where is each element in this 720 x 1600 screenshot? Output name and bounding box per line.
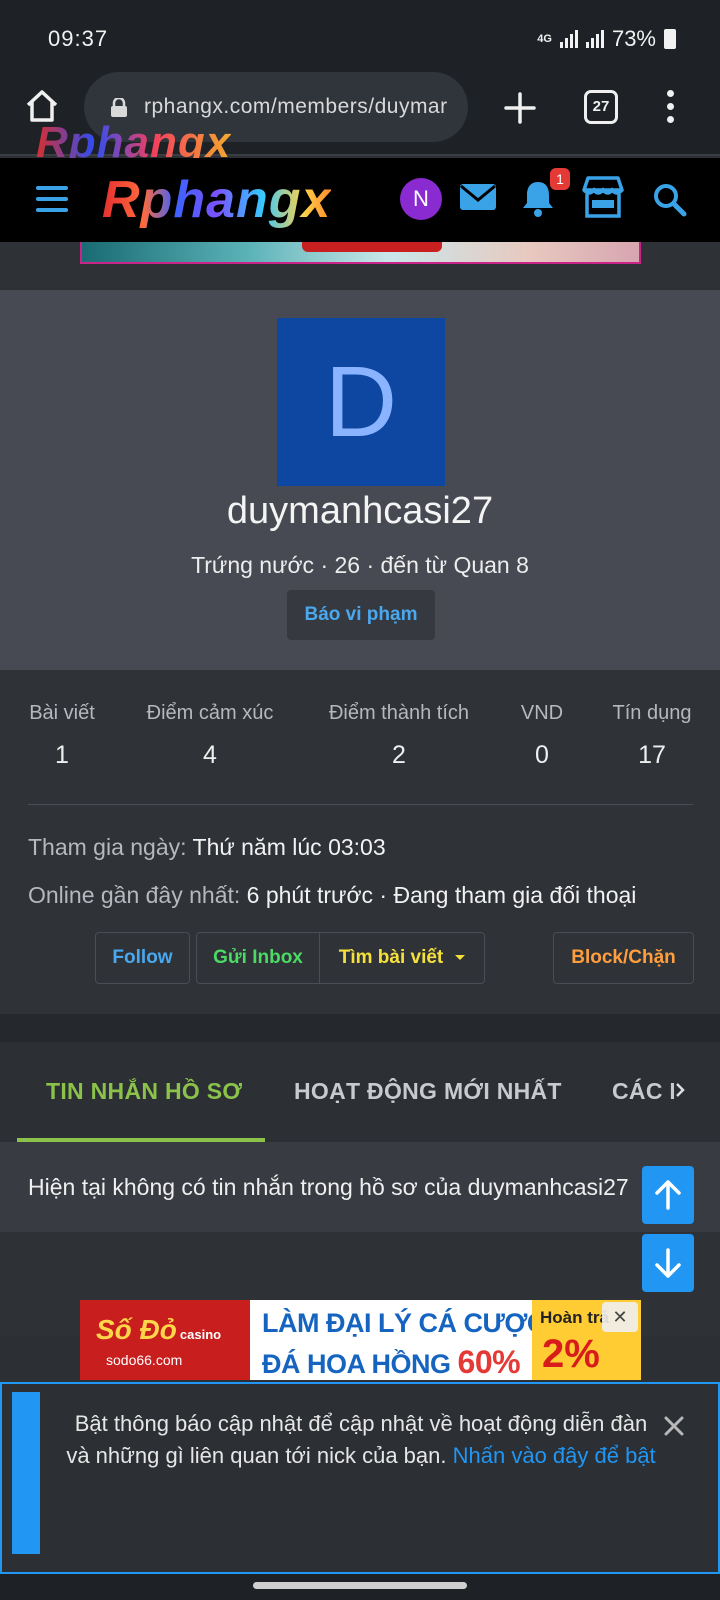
empty-message-text: Hiện tại không có tin nhắn trong hồ sơ c… (28, 1174, 629, 1200)
hamburger-menu-icon[interactable] (36, 186, 68, 212)
profile-avatar: D (277, 318, 445, 486)
stat-credit: Tín dụng 17 (610, 702, 694, 770)
ad-brand-site: sodo66.com (106, 1352, 183, 1368)
follow-button[interactable]: Follow (95, 932, 190, 984)
joined-label: Tham gia ngày: (28, 834, 187, 860)
find-posts-label: Tìm bài viết (338, 947, 444, 968)
stat-value: 17 (638, 741, 666, 769)
stat-value: 2 (392, 741, 406, 769)
search-icon[interactable] (650, 180, 690, 220)
block-button[interactable]: Block/Chặn (553, 932, 694, 984)
ad-brand-name: Số Đỏ casino (96, 1314, 222, 1345)
ad-headline-2: ĐÁ HOA HỒNG 60% (262, 1344, 521, 1380)
stat-value: 0 (535, 741, 549, 769)
stat-posts: Bài viết 1 (28, 702, 96, 770)
close-icon[interactable] (662, 1414, 686, 1438)
last-seen-label: Online gần đây nhất: (28, 882, 241, 908)
push-notification-prompt: Bật thông báo cập nhật để cập nhật về ho… (0, 1382, 720, 1574)
caret-down-icon (455, 955, 466, 961)
profile-header: D duymanhcasi27 Trứng nước · 26 · đến từ… (0, 290, 720, 670)
tab-switcher-button[interactable]: 27 (584, 90, 618, 124)
scroll-down-button[interactable] (642, 1234, 694, 1292)
profile-messages-empty: Hiện tại không có tin nhắn trong hồ sơ c… (0, 1142, 720, 1232)
profile-username: duymanhcasi27 (226, 490, 494, 532)
notification-badge: 1 (550, 168, 570, 190)
status-indicators: 4G 73% (537, 26, 676, 52)
mail-icon[interactable] (456, 176, 500, 220)
stat-achievements: Điểm thành tích 2 (326, 702, 472, 770)
tab-profile-messages[interactable]: TIN NHẮN HỒ SƠ (46, 1078, 242, 1105)
report-button[interactable]: Báo vi phạm (287, 590, 435, 640)
arrow-down-icon (655, 1248, 681, 1278)
stat-reactions: Điểm cảm xúc 4 (144, 702, 276, 770)
gesture-handle[interactable] (253, 1582, 467, 1589)
network-type: 4G (537, 33, 552, 45)
ad-side-label: Hoàn trả (540, 1308, 609, 1327)
top-ad-area (0, 242, 720, 288)
stat-label: Điểm thành tích (328, 702, 470, 724)
enable-notifications-link[interactable]: Nhấn vào đây để bật (453, 1443, 656, 1468)
stat-label: VND (520, 702, 564, 724)
ad-close-icon[interactable]: ✕ (602, 1302, 638, 1332)
status-time: 09:37 (48, 26, 109, 51)
section-gap (0, 1014, 720, 1042)
stat-label: Tín dụng (612, 702, 692, 724)
chevron-right-icon[interactable] (674, 1082, 686, 1098)
send-inbox-button[interactable]: Gửi Inbox (196, 932, 320, 984)
bottom-ad-banner[interactable]: Số Đỏ casino sodo66.com LÀM ĐẠI LÝ CÁ CƯỢ… (80, 1300, 641, 1380)
tab-latest-activity[interactable]: HOẠT ĐỘNG MỚI NHẤT (294, 1078, 562, 1105)
stat-vnd: VND 0 (520, 702, 564, 770)
overflow-menu-icon[interactable] (660, 90, 680, 126)
last-seen-line: Online gần đây nhất: 6 phút trước · Đang… (28, 882, 636, 909)
new-tab-icon[interactable] (500, 88, 540, 128)
profile-tabs: TIN NHẮN HỒ SƠ HOẠT ĐỘNG MỚI NHẤT CÁC B (0, 1042, 720, 1142)
ad-side-value: 2% (542, 1332, 600, 1376)
ad-brand-logo: Số Đỏ casino sodo66.com (80, 1300, 250, 1380)
joined-value: Thứ năm lúc 03:03 (192, 834, 386, 860)
app-root: 09:37 4G 73% rphangx.com/members/duymar … (0, 0, 720, 1600)
battery-level: 73% (611, 26, 656, 51)
store-icon[interactable] (578, 172, 628, 222)
site-header: Rphangx N 1 (0, 158, 720, 242)
site-logo[interactable]: Rphangx (102, 170, 331, 230)
profile-stats: Bài viết 1 Điểm cảm xúc 4 Điểm thành tíc… (0, 670, 720, 1014)
stat-label: Điểm cảm xúc (146, 702, 274, 724)
arrow-up-icon (655, 1180, 681, 1210)
last-seen-value: 6 phút trước · Đang tham gia đối thoại (246, 882, 637, 908)
browser-toolbar: rphangx.com/members/duymar Rphangx 27 (0, 60, 720, 167)
user-avatar[interactable]: N (400, 178, 442, 220)
stat-value: 1 (55, 741, 69, 769)
signal-icon (559, 30, 578, 48)
joined-line: Tham gia ngày: Thứ năm lúc 03:03 (28, 834, 386, 861)
tab-more[interactable]: CÁC B (612, 1078, 674, 1105)
signal-icon-2 (585, 30, 604, 48)
stat-label: Bài viết (29, 702, 95, 724)
lock-icon (111, 98, 127, 117)
status-bar: 09:37 4G 73% (0, 0, 720, 60)
notice-accent-bar (12, 1392, 40, 1554)
find-posts-button[interactable]: Tìm bài viết (319, 932, 485, 984)
stat-value: 4 (203, 741, 217, 769)
system-nav-bar (0, 1574, 720, 1600)
battery-icon (664, 29, 676, 49)
profile-info: Trứng nước · 26 · đến từ Quan 8 (191, 552, 529, 578)
scroll-up-button[interactable] (642, 1166, 694, 1224)
notice-text: Bật thông báo cập nhật để cập nhật về ho… (66, 1411, 656, 1468)
stats-divider (28, 804, 693, 805)
top-ad-banner[interactable] (80, 242, 641, 264)
url-text: rphangx.com/members/duymar (144, 95, 448, 118)
